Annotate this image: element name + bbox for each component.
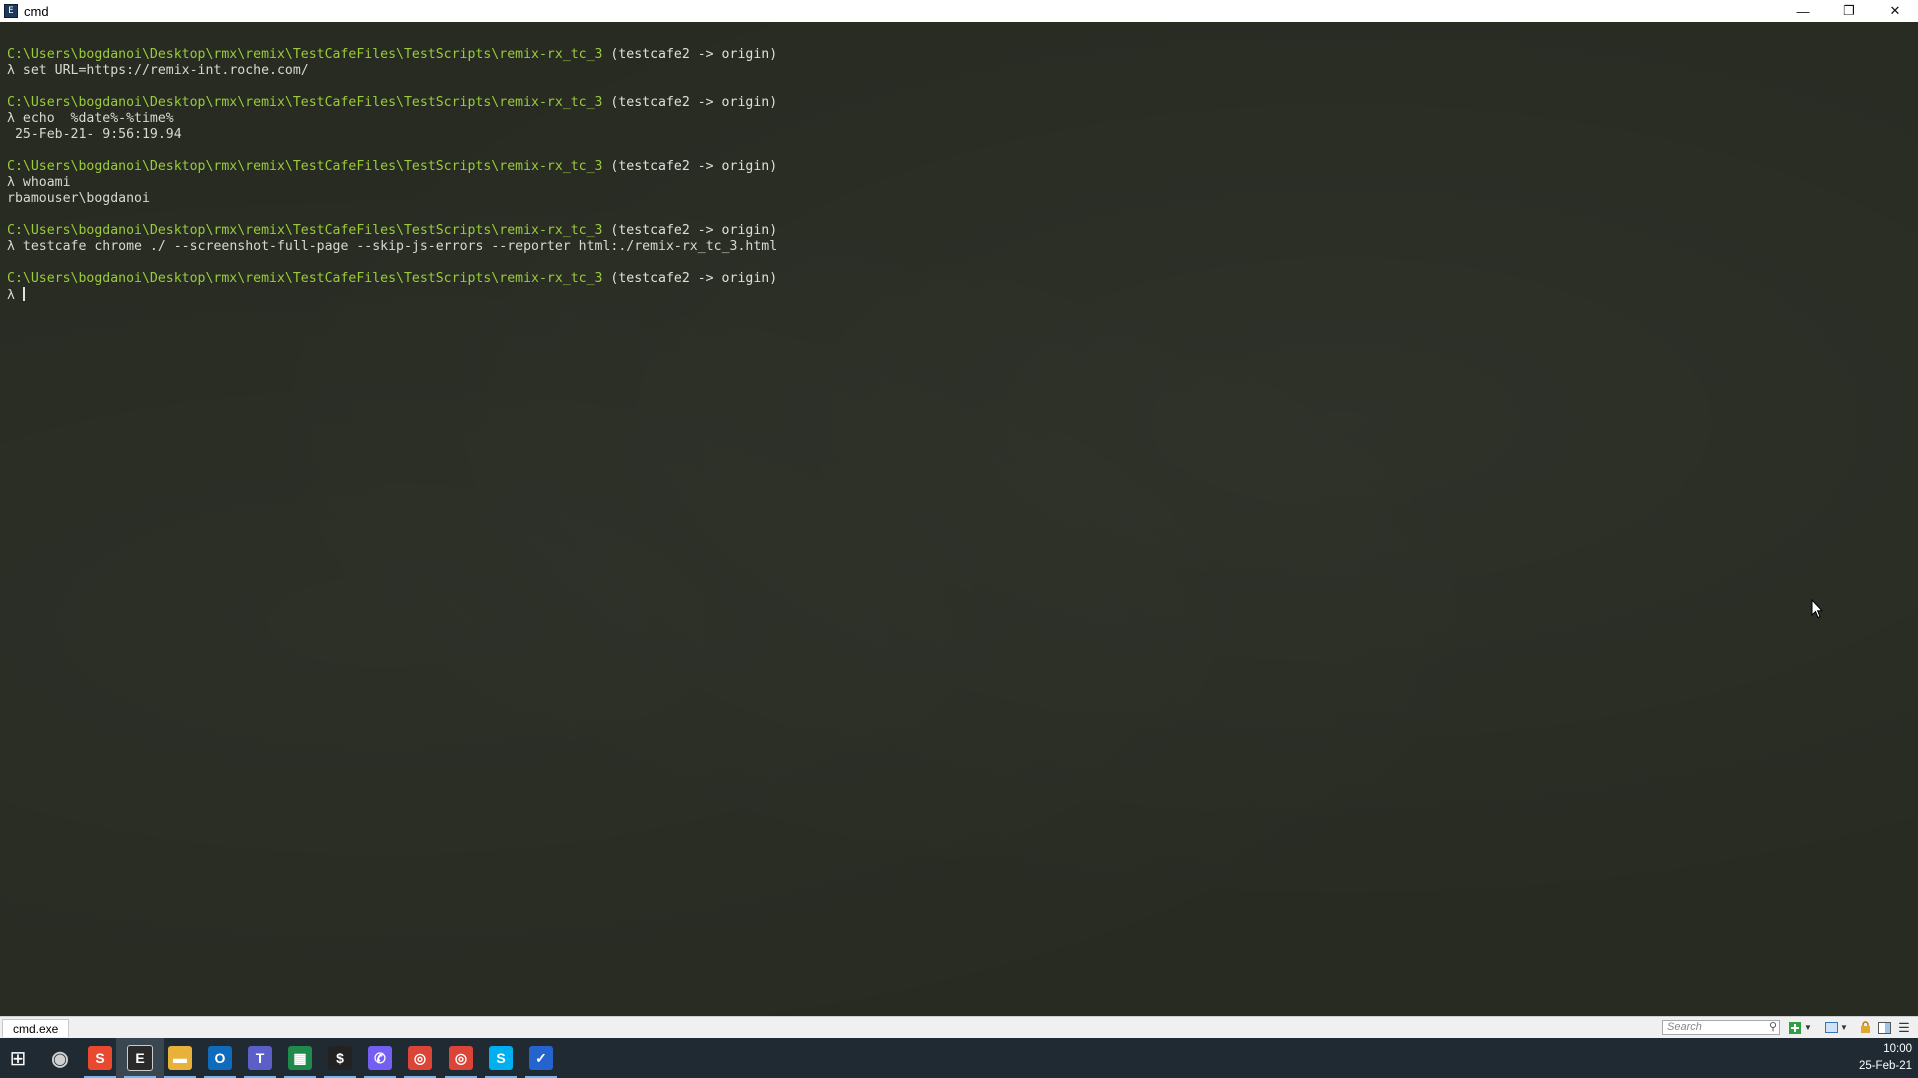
mouse-pointer-icon (1811, 599, 1823, 619)
spreadsheet-icon: ▦ (288, 1046, 312, 1070)
console-lines: C:\Users\bogdanoi\Desktop\rmx\remix\Test… (7, 47, 777, 303)
dropdown-icon[interactable]: ▼ (1804, 1020, 1812, 1035)
command-output: rbamouser\bogdanoi (7, 191, 150, 206)
search-placeholder: Search (1667, 1021, 1702, 1033)
minimize-button[interactable]: — (1780, 0, 1826, 22)
git-branch-indicator: (testcafe2 -> origin) (602, 47, 778, 62)
git-branch-indicator: (testcafe2 -> origin) (602, 159, 778, 174)
command-line: λ whoami (7, 175, 777, 191)
todo-icon: ✓ (529, 1046, 553, 1070)
skype-icon: S (489, 1046, 513, 1070)
command-line: λ testcafe chrome ./ --screenshot-full-p… (7, 239, 777, 255)
command-line: λ set URL=https://remix-int.roche.com/ (7, 63, 777, 79)
viber-icon: ✆ (368, 1046, 392, 1070)
sublime-text-icon: S (88, 1046, 112, 1070)
current-input-line[interactable]: λ (7, 287, 777, 303)
split-view-icon[interactable] (1876, 1020, 1892, 1035)
clock-date: 25-Feb-21 (1858, 1060, 1912, 1072)
git-branch-indicator: (testcafe2 -> origin) (602, 271, 778, 286)
taskbar-todo-button[interactable]: ✓ (517, 1038, 565, 1078)
dollar-app-icon: $ (328, 1046, 352, 1070)
add-console-icon[interactable] (1788, 1020, 1802, 1035)
chrome-profile-icon: ◎ (449, 1046, 473, 1070)
prompt-path-line: C:\Users\bogdanoi\Desktop\rmx\remix\Test… (7, 223, 777, 239)
layout-icon[interactable] (1824, 1020, 1838, 1035)
command-line: λ echo %date%-%time% (7, 111, 777, 127)
file-explorer-icon: ▬ (168, 1046, 192, 1070)
cmder-icon: E (127, 1045, 153, 1071)
lock-icon[interactable] (1858, 1020, 1872, 1035)
command-text: set URL=https://remix-int.roche.com/ (22, 63, 309, 78)
text-cursor (22, 287, 25, 301)
command-text: whoami (22, 175, 71, 190)
window-title: cmd (24, 3, 49, 19)
window-title-bar[interactable]: E cmd — ❐ ✕ (0, 0, 1918, 22)
prompt-path-line: C:\Users\bogdanoi\Desktop\rmx\remix\Test… (7, 271, 777, 287)
prompt-lambda: λ (7, 239, 23, 254)
outlook-icon: O (208, 1046, 232, 1070)
restore-button[interactable]: ❐ (1826, 0, 1872, 22)
tab-cmd-exe[interactable]: cmd.exe (2, 1019, 70, 1037)
git-branch-indicator: (testcafe2 -> origin) (602, 223, 778, 238)
prompt-path: C:\Users\bogdanoi\Desktop\rmx\remix\Test… (7, 47, 603, 62)
prompt-path: C:\Users\bogdanoi\Desktop\rmx\remix\Test… (7, 95, 603, 110)
command-text: testcafe chrome ./ --screenshot-full-pag… (22, 239, 778, 254)
cmder-app-icon: E (4, 4, 18, 18)
prompt-path: C:\Users\bogdanoi\Desktop\rmx\remix\Test… (7, 159, 603, 174)
search-input[interactable]: Search ⚲ (1662, 1020, 1780, 1035)
prompt-lambda: λ (7, 288, 23, 303)
prompt-path: C:\Users\bogdanoi\Desktop\rmx\remix\Test… (7, 223, 603, 238)
obs-icon: ◉ (51, 1047, 69, 1070)
dropdown-icon[interactable]: ▼ (1840, 1020, 1848, 1035)
clock-time: 10:00 (1883, 1043, 1912, 1055)
teams-icon: T (248, 1046, 272, 1070)
prompt-lambda: λ (7, 175, 23, 190)
prompt-lambda: λ (7, 111, 23, 126)
prompt-path-line: C:\Users\bogdanoi\Desktop\rmx\remix\Test… (7, 95, 777, 111)
menu-icon[interactable]: ☰ (1896, 1020, 1912, 1035)
search-icon: ⚲ (1768, 1021, 1777, 1033)
prompt-path-line: C:\Users\bogdanoi\Desktop\rmx\remix\Test… (7, 159, 777, 175)
windows-taskbar: 10:00 25-Feb-21 ⊞ ◉ S E ▬ O T ▦ $ ✆ ◎ ◎ S ✓ (0, 1038, 1918, 1078)
prompt-path-line: C:\Users\bogdanoi\Desktop\rmx\remix\Test… (7, 47, 777, 63)
command-output: 25-Feb-21- 9:56:19.94 (7, 127, 182, 142)
prompt-path: C:\Users\bogdanoi\Desktop\rmx\remix\Test… (7, 271, 603, 286)
console-output-area[interactable]: C:\Users\bogdanoi\Desktop\rmx\remix\Test… (0, 22, 1918, 1022)
chrome-icon: ◎ (408, 1046, 432, 1070)
close-button[interactable]: ✕ (1872, 0, 1918, 22)
git-branch-indicator: (testcafe2 -> origin) (602, 95, 778, 110)
command-text: echo %date%-%time% (22, 111, 174, 126)
windows-start-icon: ⊞ (9, 1047, 27, 1070)
system-clock[interactable]: 10:00 25-Feb-21 (1852, 1041, 1912, 1075)
prompt-lambda: λ (7, 63, 23, 78)
status-bar: cmd.exe Search ⚲ ▼ ▼ ☰ (0, 1016, 1918, 1038)
